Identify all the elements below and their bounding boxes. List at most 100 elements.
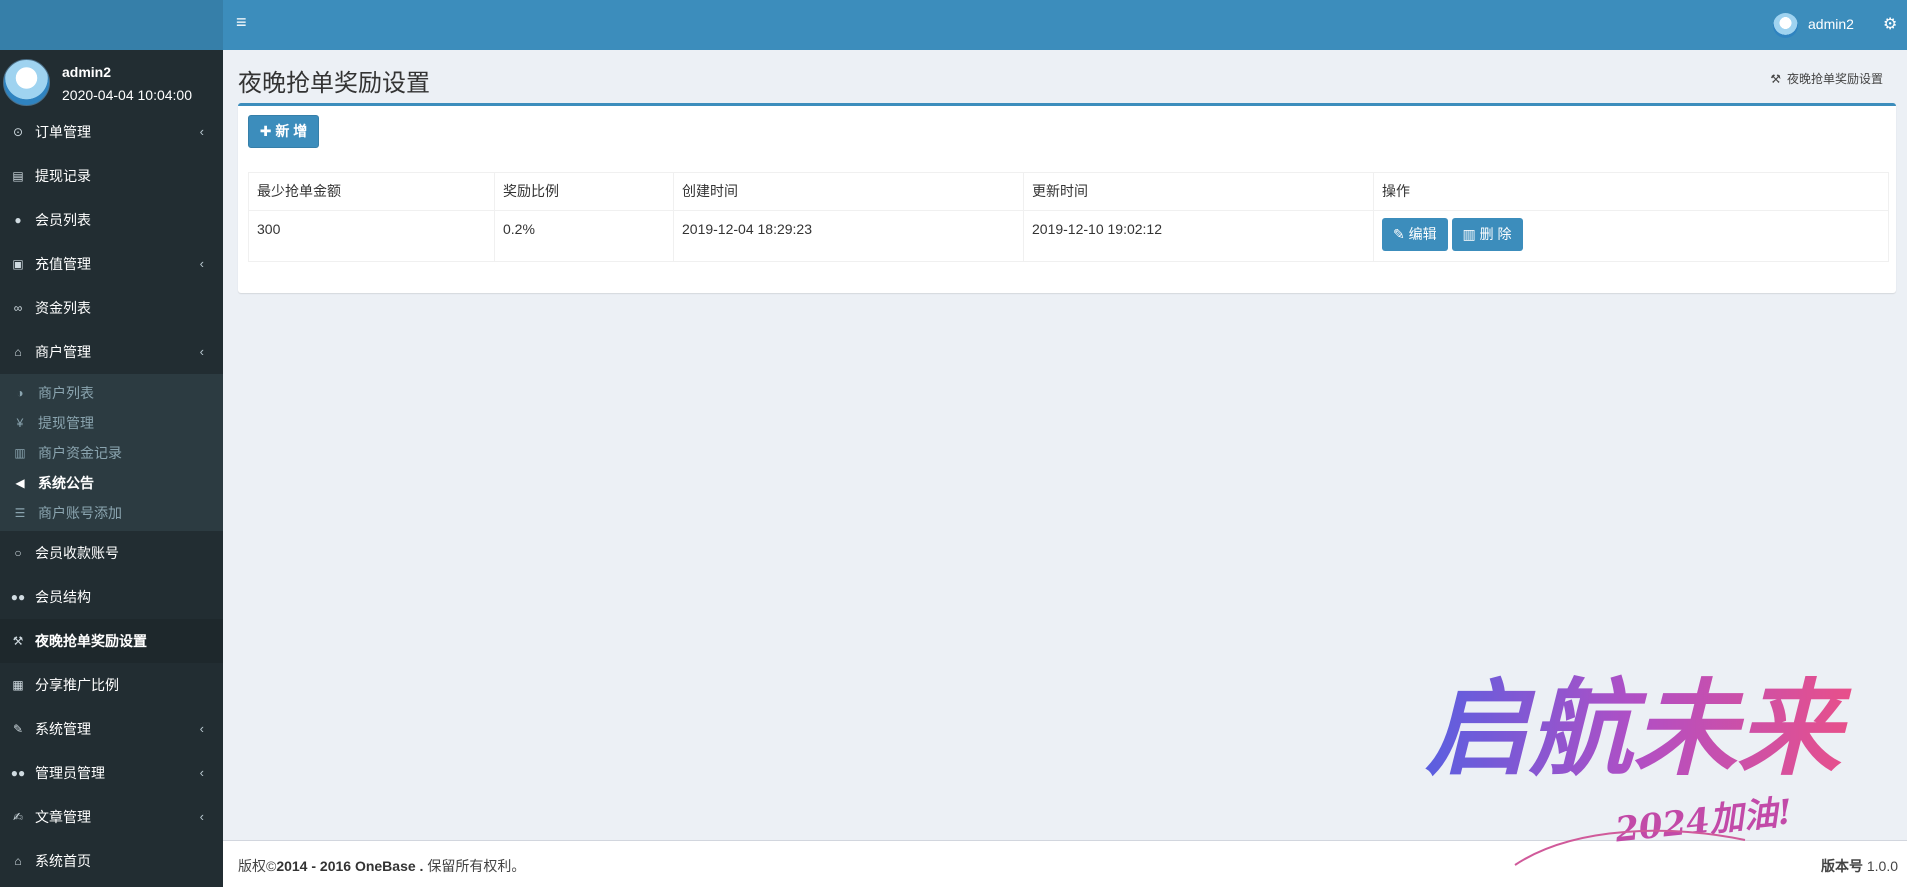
indent-icon: ☰	[14, 506, 26, 520]
table-row: 300 0.2% 2019-12-04 18:29:23 2019-12-10 …	[248, 210, 1889, 262]
sidebar-item-label: 商户管理	[35, 344, 91, 360]
sidebar-item-member-accounts[interactable]: ○ 会员收款账号	[0, 531, 223, 575]
sidebar-menu-lower: ○ 会员收款账号 ●● 会员结构 ⚒ 夜晚抢单奖励设置 ▦ 分享推广比例 ✎ 系…	[0, 531, 223, 883]
sidebar-subitem-merchant-list[interactable]: ◑ 商户列表	[0, 378, 223, 408]
cell-updated: 2019-12-10 19:02:12	[1023, 210, 1374, 262]
sidebar-subitem-system-announcement[interactable]: ◀ 系统公告	[0, 468, 223, 498]
chevron-left-icon: ‹	[199, 765, 204, 780]
sidebar-item-label: 系统管理	[35, 721, 91, 737]
link-icon: ∞	[13, 301, 23, 315]
cell-min-amount: 300	[248, 210, 495, 262]
chevron-left-icon: ‹	[199, 124, 204, 139]
logo-area[interactable]	[0, 0, 223, 50]
sidebar-item-member-list[interactable]: ● 会员列表	[0, 198, 223, 242]
copyright-rights: 保留所有权利。	[427, 858, 526, 874]
copyright-prefix: 版权©	[238, 858, 277, 874]
sidebar-item-withdraw-records[interactable]: ▤ 提现记录	[0, 154, 223, 198]
sidebar-user-name: admin2	[62, 64, 112, 80]
sidebar-subitem-label: 系统公告	[38, 475, 94, 491]
plus-icon: ✚	[259, 123, 272, 139]
bars-icon[interactable]: ≡	[236, 12, 247, 33]
sidebar-item-label: 充值管理	[35, 256, 91, 272]
sidebar-item-admin-management[interactable]: ●● 管理员管理 ‹	[0, 751, 223, 795]
version-number: 1.0.0	[1866, 858, 1898, 874]
sidebar-item-share-ratio[interactable]: ▦ 分享推广比例	[0, 663, 223, 707]
yen-icon: ¥	[16, 416, 24, 430]
sidebar-subitem-label: 商户列表	[38, 385, 94, 401]
sidebar-menu: ⊙ 订单管理 ‹ ▤ 提现记录 ● 会员列表 ▣ 充值管理 ‹ ∞ 资金列表 ⌂…	[0, 110, 223, 374]
sidebar-item-merchant-management[interactable]: ⌂ 商户管理 ‹	[0, 330, 223, 374]
adjust-icon: ◑	[16, 386, 24, 400]
user-icon: ●	[14, 213, 22, 227]
sidebar-item-recharge-management[interactable]: ▣ 充值管理 ‹	[0, 242, 223, 286]
home-icon: ⌂	[14, 854, 22, 868]
copyright-years: 2014 - 2016	[276, 858, 352, 874]
breadcrumb: ⚒ 夜晚抢单奖励设置	[1770, 70, 1883, 87]
sidebar-item-system-home[interactable]: ⌂ 系统首页	[0, 839, 223, 883]
sidebar-subitem-withdraw-management[interactable]: ¥ 提现管理	[0, 408, 223, 438]
edit-icon: ✎	[1393, 226, 1405, 242]
sidebar-item-label: 文章管理	[35, 809, 91, 825]
sidebar-subitem-merchant-fund-records[interactable]: ▥ 商户资金记录	[0, 438, 223, 468]
delete-button[interactable]: ▥ 删 除	[1451, 218, 1523, 251]
sidebar-item-member-structure[interactable]: ●● 会员结构	[0, 575, 223, 619]
avatar[interactable]	[1773, 13, 1798, 38]
cell-actions: ✎ 编辑 ▥ 删 除	[1373, 210, 1889, 262]
list-alt-icon: ▤	[12, 169, 24, 183]
col-ratio: 奖励比例	[494, 172, 674, 211]
gavel-icon: ⚒	[1770, 72, 1781, 86]
circle-dot-icon: ⊙	[12, 125, 24, 139]
data-table: 最少抢单金额 奖励比例 创建时间 更新时间 操作 300 0.2% 2019-1…	[248, 172, 1889, 262]
sidebar-item-label: 夜晚抢单奖励设置	[35, 633, 147, 649]
merchant-submenu: ◑ 商户列表 ¥ 提现管理 ▥ 商户资金记录 ◀ 系统公告 ☰ 商户账号添加	[0, 374, 223, 531]
image-icon: ▣	[12, 257, 24, 271]
sidebar-item-system-management[interactable]: ✎ 系统管理 ‹	[0, 707, 223, 751]
top-navbar: ≡ admin2 ⚙	[223, 0, 1907, 50]
copyright: 版权©2014 - 2016 OneBase . 保留所有权利。	[238, 856, 525, 876]
content-box: ✚ 新 增 最少抢单金额 奖励比例 创建时间 更新时间 操作 300 0.2% …	[238, 103, 1896, 293]
gavel-icon: ⚒	[12, 634, 24, 648]
col-min-amount: 最少抢单金额	[248, 172, 495, 211]
copyright-brand[interactable]: OneBase .	[355, 858, 423, 874]
sidebar-item-label: 会员收款账号	[35, 545, 119, 561]
sidebar-item-label: 分享推广比例	[35, 677, 119, 693]
sidebar-user-time: 2020-04-04 10:04:00	[62, 87, 192, 103]
header-username[interactable]: admin2	[1808, 16, 1854, 32]
sidebar-item-label: 管理员管理	[35, 765, 105, 781]
chevron-left-icon: ‹	[199, 344, 204, 359]
user-panel: admin2 2020-04-04 10:04:00	[0, 50, 223, 110]
sidebar-item-night-reward-settings[interactable]: ⚒ 夜晚抢单奖励设置	[0, 619, 223, 663]
content-area: 夜晚抢单奖励设置 ⚒ 夜晚抢单奖励设置 ✚ 新 增 最少抢单金额 奖励比例 创建时…	[223, 50, 1907, 840]
avatar	[3, 59, 50, 106]
cell-ratio: 0.2%	[494, 210, 674, 262]
sidebar-subitem-label: 提现管理	[38, 415, 94, 431]
col-created: 创建时间	[673, 172, 1024, 211]
table-header-row: 最少抢单金额 奖励比例 创建时间 更新时间 操作	[248, 172, 1889, 211]
users-icon: ●●	[10, 590, 26, 604]
delete-button-label: 删 除	[1479, 226, 1512, 242]
breadcrumb-current[interactable]: 夜晚抢单奖励设置	[1787, 72, 1883, 86]
chevron-left-icon: ‹	[199, 721, 204, 736]
sidebar-item-article-management[interactable]: ✍ 文章管理 ‹	[0, 795, 223, 839]
sidebar-item-fund-list[interactable]: ∞ 资金列表	[0, 286, 223, 330]
sidebar-item-label: 会员结构	[35, 589, 91, 605]
bullhorn-icon: ◀	[15, 476, 25, 490]
footer: 版权©2014 - 2016 OneBase . 保留所有权利。 版本号 1.0…	[223, 840, 1907, 887]
sidebar-subitem-label: 商户账号添加	[38, 505, 122, 521]
gears-icon[interactable]: ⚙	[1883, 14, 1897, 34]
edit-icon: ✍	[12, 810, 24, 824]
edit-button-label: 编辑	[1408, 226, 1437, 242]
sidebar-item-label: 资金列表	[35, 300, 91, 316]
edit-button[interactable]: ✎ 编辑	[1382, 218, 1448, 251]
col-updated: 更新时间	[1023, 172, 1374, 211]
sidebar-item-order-management[interactable]: ⊙ 订单管理 ‹	[0, 110, 223, 154]
bar-chart-icon: ▥	[14, 446, 26, 460]
cell-created: 2019-12-04 18:29:23	[673, 210, 1024, 262]
add-button-label: 新 增	[275, 123, 308, 139]
sidebar-item-label: 系统首页	[35, 853, 91, 869]
add-button[interactable]: ✚ 新 增	[248, 115, 319, 148]
sidebar-subitem-merchant-account-add[interactable]: ☰ 商户账号添加	[0, 498, 223, 528]
chevron-left-icon: ‹	[199, 809, 204, 824]
sidebar-item-label: 提现记录	[35, 168, 91, 184]
version-label: 版本号	[1820, 858, 1863, 874]
